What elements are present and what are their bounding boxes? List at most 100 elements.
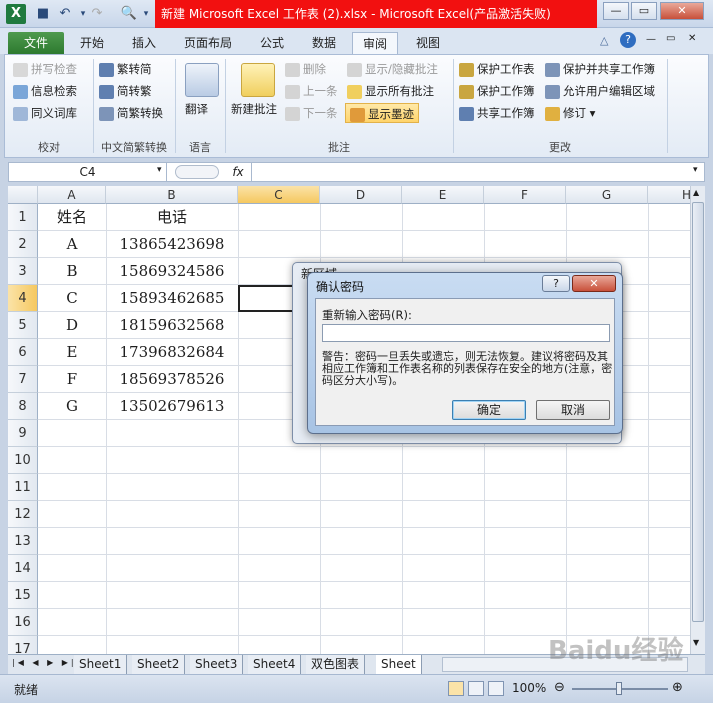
- protect-workbook-button[interactable]: 保护工作簿: [459, 81, 535, 101]
- row-header[interactable]: 6: [8, 339, 38, 366]
- row-header[interactable]: 10: [8, 447, 38, 474]
- tab-file[interactable]: 文件: [8, 32, 64, 54]
- tab-page-layout[interactable]: 页面布局: [174, 32, 242, 54]
- scroll-down-icon[interactable]: ▼: [693, 638, 699, 647]
- cell-B4[interactable]: 15893462685: [106, 285, 238, 312]
- ribbon-minimize-icon[interactable]: △: [600, 34, 608, 47]
- row-header[interactable]: 8: [8, 393, 38, 420]
- column-header[interactable]: E: [402, 186, 484, 204]
- ok-button[interactable]: 确定: [452, 400, 526, 420]
- insert-function-button[interactable]: fx: [227, 163, 249, 181]
- row-header[interactable]: 3: [8, 258, 38, 285]
- cell-A7[interactable]: F: [38, 366, 106, 393]
- row-header[interactable]: 4: [8, 285, 38, 312]
- column-header[interactable]: G: [566, 186, 648, 204]
- row-header[interactable]: 14: [8, 555, 38, 582]
- show-all-comments-button[interactable]: 显示所有批注: [347, 81, 434, 101]
- row-header[interactable]: 5: [8, 312, 38, 339]
- cancel-button[interactable]: 取消: [536, 400, 610, 420]
- new-comment-button[interactable]: 新建批注: [231, 99, 277, 119]
- dialog-help-button[interactable]: ?: [542, 275, 570, 292]
- cell-B2[interactable]: 13865423698: [106, 231, 238, 258]
- row-header[interactable]: 16: [8, 609, 38, 636]
- doc-minimize-icon[interactable]: —: [646, 34, 656, 45]
- cell-B1[interactable]: 电话: [106, 204, 238, 231]
- new-comment-icon[interactable]: [241, 63, 275, 97]
- delete-comment-button[interactable]: 删除: [285, 59, 326, 79]
- zoom-in-icon[interactable]: ⊕: [672, 680, 683, 695]
- show-ink-button[interactable]: 显示墨迹: [345, 103, 419, 123]
- sheet-nav-icons[interactable]: |◀ ◀ ▶ ▶|: [12, 658, 77, 667]
- research-button[interactable]: 信息检索: [13, 81, 77, 101]
- translate-icon[interactable]: [185, 63, 219, 97]
- prev-comment-button[interactable]: 上一条: [285, 81, 338, 101]
- sheet-tab-sheet3[interactable]: Sheet3: [190, 655, 244, 674]
- formula-expand-icon[interactable]: ▾: [693, 165, 698, 175]
- formula-bar-separator-handle[interactable]: [175, 165, 219, 179]
- vertical-scroll-thumb[interactable]: [692, 202, 704, 622]
- cell-A1[interactable]: 姓名: [38, 204, 106, 231]
- close-button[interactable]: ✕: [660, 2, 704, 20]
- row-header[interactable]: 13: [8, 528, 38, 555]
- row-header[interactable]: 11: [8, 474, 38, 501]
- column-header[interactable]: B: [106, 186, 238, 204]
- tab-insert[interactable]: 插入: [122, 32, 166, 54]
- excel-app-icon[interactable]: X: [6, 4, 26, 24]
- zoom-out-icon[interactable]: ⊖: [554, 680, 565, 695]
- protect-sheet-button[interactable]: 保护工作表: [459, 59, 535, 79]
- next-comment-button[interactable]: 下一条: [285, 103, 338, 123]
- cell-A5[interactable]: D: [38, 312, 106, 339]
- page-break-view-icon[interactable]: [488, 681, 504, 696]
- restore-button[interactable]: ▭: [631, 2, 657, 20]
- tab-review[interactable]: 审阅: [352, 32, 399, 54]
- sheet-tab-sheet1[interactable]: Sheet1: [74, 655, 128, 674]
- tab-data[interactable]: 数据: [302, 32, 346, 54]
- column-header[interactable]: F: [484, 186, 566, 204]
- normal-view-icon[interactable]: [448, 681, 464, 696]
- undo-icon[interactable]: ↶: [56, 5, 74, 23]
- select-all-corner[interactable]: [8, 186, 38, 204]
- cell-A2[interactable]: A: [38, 231, 106, 258]
- row-header[interactable]: 1: [8, 204, 38, 231]
- minimize-button[interactable]: —: [603, 2, 629, 20]
- print-preview-icon[interactable]: 🔍: [120, 5, 138, 23]
- thesaurus-button[interactable]: 同义词库: [13, 103, 77, 123]
- cell-A4[interactable]: C: [38, 285, 106, 312]
- row-header[interactable]: 9: [8, 420, 38, 447]
- row-header[interactable]: 2: [8, 231, 38, 258]
- tab-home[interactable]: 开始: [70, 32, 114, 54]
- column-header[interactable]: A: [38, 186, 106, 204]
- sheet-tab-active[interactable]: Sheet: [376, 655, 422, 674]
- row-header[interactable]: 12: [8, 501, 38, 528]
- cell-B3[interactable]: 15869324586: [106, 258, 238, 285]
- allow-edit-ranges-button[interactable]: 允许用户编辑区域: [545, 81, 655, 101]
- cell-A8[interactable]: G: [38, 393, 106, 420]
- zoom-slider-thumb[interactable]: [616, 682, 622, 695]
- cell-A3[interactable]: B: [38, 258, 106, 285]
- cell-B7[interactable]: 18569378526: [106, 366, 238, 393]
- vertical-scrollbar[interactable]: ▲ ▼: [690, 186, 705, 654]
- cell-B5[interactable]: 18159632568: [106, 312, 238, 339]
- column-header[interactable]: C: [238, 186, 320, 204]
- tab-view[interactable]: 视图: [406, 32, 450, 54]
- help-icon[interactable]: ?: [620, 32, 636, 48]
- sheet-tab-sheet4[interactable]: Sheet4: [248, 655, 302, 674]
- scroll-up-icon[interactable]: ▲: [693, 188, 699, 197]
- formula-input[interactable]: [251, 163, 691, 181]
- dialog-close-button[interactable]: ✕: [572, 275, 616, 292]
- page-layout-view-icon[interactable]: [468, 681, 484, 696]
- redo-icon[interactable]: ↷: [88, 5, 106, 23]
- row-header[interactable]: 15: [8, 582, 38, 609]
- trad-to-simp-button[interactable]: 繁转简: [99, 59, 152, 79]
- show-hide-comment-button[interactable]: 显示/隐藏批注: [347, 59, 438, 79]
- spell-check-button[interactable]: 拼写检查: [13, 59, 77, 79]
- password-input[interactable]: [322, 324, 610, 342]
- translate-button[interactable]: 翻译: [185, 99, 208, 119]
- zoom-level[interactable]: 100%: [512, 681, 546, 695]
- tab-formulas[interactable]: 公式: [250, 32, 294, 54]
- sheet-tab-chart[interactable]: 双色图表: [306, 655, 366, 674]
- chinese-conversion-button[interactable]: 简繁转换: [99, 103, 163, 123]
- cell-B8[interactable]: 13502679613: [106, 393, 238, 420]
- name-box[interactable]: C4: [9, 163, 167, 181]
- cell-A6[interactable]: E: [38, 339, 106, 366]
